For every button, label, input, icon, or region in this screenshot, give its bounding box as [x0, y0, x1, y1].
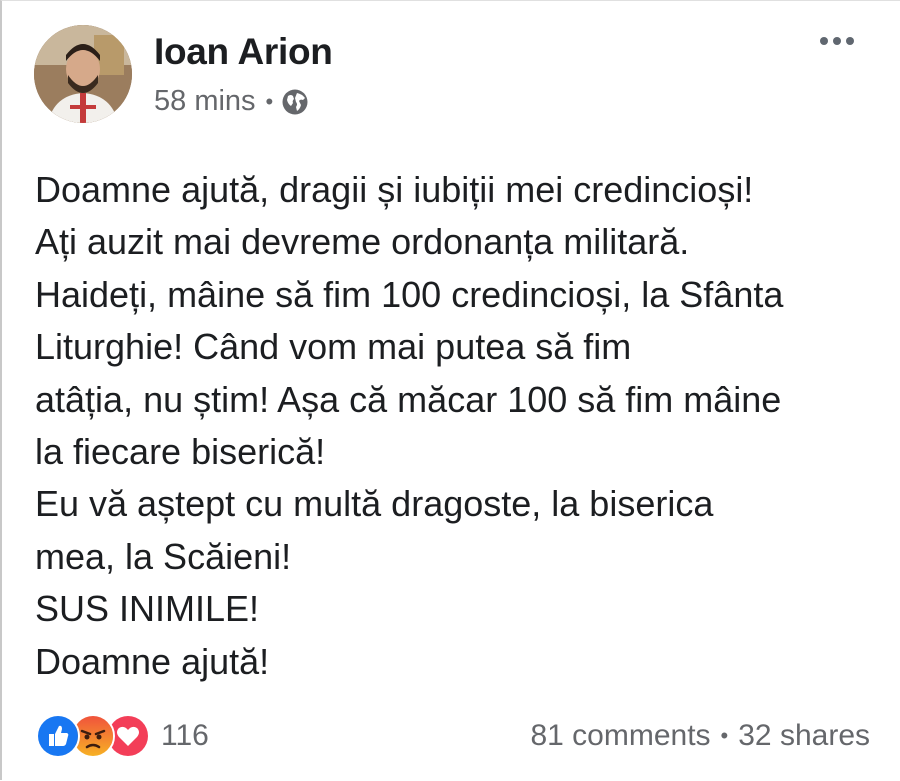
- like-icon: [36, 714, 80, 758]
- more-dot: [820, 37, 828, 45]
- comments-link[interactable]: 81 comments: [530, 719, 710, 753]
- post-text-line: la fiecare biserică!: [35, 431, 326, 473]
- meta-separator: •: [265, 88, 274, 114]
- post-text-line: mea, la Scăieni!: [35, 535, 292, 577]
- reactions-summary[interactable]: 116: [36, 714, 209, 758]
- avatar-image: [34, 25, 132, 123]
- more-dot: [833, 37, 841, 45]
- stats-separator: •: [720, 723, 729, 748]
- post-meta: 58 mins •: [154, 85, 309, 118]
- post-text-line: atâția, nu știm! Așa că măcar 100 să fim…: [35, 378, 782, 420]
- post-text: Doamne ajută, dragii și iubiții mei cred…: [35, 164, 885, 688]
- post-text-line: Eu vă aștept cu multă dragoste, la biser…: [35, 483, 714, 525]
- post-text-line: Doamne ajută!: [35, 640, 270, 682]
- post-text-line: Ați auzit mai devreme ordonanța militară…: [35, 221, 690, 263]
- engagement-stats: 81 comments • 32 shares: [530, 719, 870, 753]
- post-text-line: Liturghie! Când vom mai putea să fim: [35, 326, 632, 368]
- post-text-line: Haideți, mâine să fim 100 credincioși, l…: [35, 273, 784, 315]
- post-footer: 116 81 comments • 32 shares: [36, 713, 870, 759]
- globe-icon[interactable]: [281, 88, 309, 116]
- post-card: Ioan Arion 58 mins • Doamne ajută, dragi…: [0, 0, 900, 780]
- post-timestamp[interactable]: 58 mins: [154, 85, 256, 118]
- reaction-count: 116: [161, 719, 209, 752]
- author-name[interactable]: Ioan Arion: [154, 31, 333, 73]
- post-header: Ioan Arion 58 mins •: [34, 25, 870, 135]
- author-avatar[interactable]: [34, 25, 132, 123]
- more-options-icon[interactable]: [820, 37, 854, 45]
- post-text-line: Doamne ajută, dragii și iubiții mei cred…: [35, 169, 754, 210]
- shares-link[interactable]: 32 shares: [738, 719, 870, 753]
- more-dot: [846, 37, 854, 45]
- post-text-line: SUS INIMILE!: [35, 588, 260, 630]
